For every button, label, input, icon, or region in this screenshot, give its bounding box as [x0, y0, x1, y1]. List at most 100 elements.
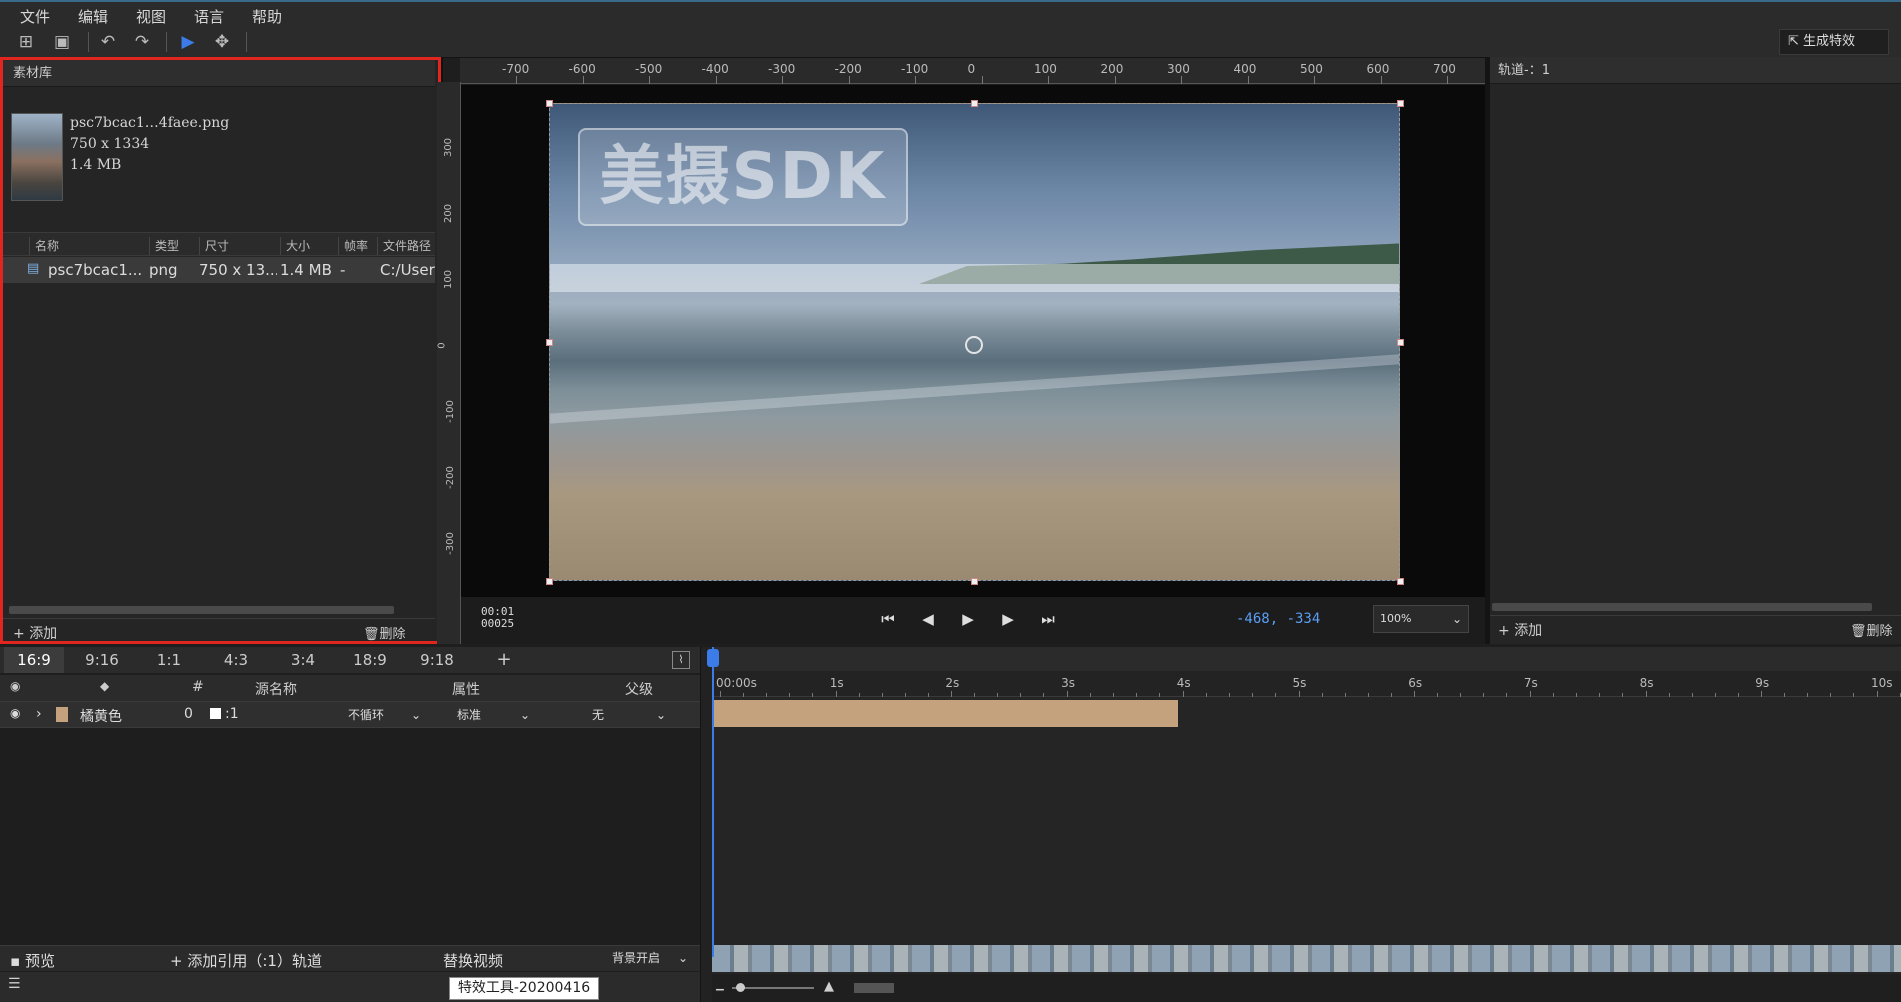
layer-name[interactable]: 橘黄色 [80, 706, 122, 726]
timeline-tick [1205, 693, 1207, 697]
zoom-out-icon[interactable]: ▁ [716, 980, 724, 991]
menu-edit[interactable]: 编辑 [78, 6, 108, 27]
skip-end-icon[interactable]: ⏭ [1037, 608, 1059, 630]
track-delete-button[interactable]: 🗑删除 [1850, 620, 1893, 639]
timeline-tick [927, 693, 929, 697]
add-track-button[interactable]: + 添加引用（:1）轨道 [170, 950, 322, 971]
tab-9-18[interactable]: 9:18 [407, 647, 467, 673]
timeline-hscrollbar[interactable] [854, 983, 894, 993]
track-add-button[interactable]: + 添加 [1498, 620, 1542, 640]
play-icon[interactable]: ▶ [957, 608, 979, 630]
timeline-divider[interactable] [700, 647, 712, 1002]
parent-dropdown[interactable]: 无 ⌄ [592, 705, 668, 725]
timeline-panel: 00:00s 1s 2s 3s 4s 5s 6s 7s 8s 9s 10s ▁ ▲ [707, 647, 1901, 1002]
resize-handle[interactable] [1397, 339, 1404, 346]
ruler-label: 300 [443, 137, 455, 158]
loop-dropdown[interactable]: 不循环 ⌄ [348, 705, 423, 725]
replace-video-button[interactable]: 替换视频 [443, 950, 503, 971]
preview-canvas[interactable]: 美摄SDK [461, 85, 1485, 597]
resize-handle[interactable] [546, 578, 553, 585]
table-row[interactable]: ▤ psc7bcac1... png 750 x 13... 1.4 MB - … [3, 257, 435, 283]
menu-view[interactable]: 视图 [136, 6, 166, 27]
add-ratio-button[interactable]: + [474, 647, 534, 673]
anchor-icon[interactable] [965, 336, 983, 354]
eye-icon[interactable]: ◉ [10, 706, 20, 720]
track-scrollbar[interactable] [1492, 603, 1872, 611]
ruler-label: 500 [1300, 62, 1323, 76]
playhead[interactable] [707, 647, 719, 957]
col-dims[interactable]: 尺寸 [199, 237, 229, 255]
row-fps: - [340, 261, 346, 279]
timeline-clip[interactable] [713, 700, 1178, 727]
redo-icon[interactable]: ↷ [130, 31, 154, 53]
col-size[interactable]: 大小 [280, 237, 310, 255]
library-scrollbar[interactable] [9, 606, 394, 614]
menu-language[interactable]: 语言 [194, 6, 224, 27]
generate-effect-button[interactable]: ⇱ 生成特效 [1779, 29, 1889, 55]
ruler-label: 0 [967, 62, 976, 76]
resize-handle[interactable] [971, 100, 978, 107]
asset-thumbnail[interactable] [11, 113, 63, 201]
resize-handle[interactable] [1397, 578, 1404, 585]
plus-icon: + [13, 626, 30, 642]
chevron-right-icon[interactable]: › [36, 706, 42, 722]
graph-icon[interactable]: ⌇ [672, 651, 690, 669]
menu-icon[interactable]: ☰ [8, 976, 21, 992]
new-file-icon[interactable]: ⊞ [14, 31, 38, 53]
timeline-tick [1737, 693, 1739, 697]
aspect-ratio-tabs: 16:9 9:16 1:1 4:3 3:4 18:9 9:18 + ⌇ [0, 647, 700, 673]
playhead-handle[interactable] [707, 649, 719, 667]
row-name: psc7bcac1... [48, 261, 143, 279]
video-thumbnail-strip[interactable] [712, 945, 1901, 972]
timeline-tick [1784, 693, 1786, 697]
step-back-icon[interactable]: ◀ [917, 608, 939, 630]
timeline-tick [1437, 693, 1439, 697]
menu-help[interactable]: 帮助 [252, 6, 282, 27]
resize-handle[interactable] [971, 578, 978, 585]
col-type[interactable]: 类型 [149, 237, 179, 255]
chevron-down-icon: ⌄ [1451, 612, 1462, 626]
layer-index: 0 [184, 706, 193, 722]
resize-handle[interactable] [546, 100, 553, 107]
timeline-tick-label: 2s [945, 676, 960, 690]
ruler-tick [1447, 76, 1448, 84]
zoom-in-icon[interactable]: ▲ [824, 979, 834, 994]
timeline-tick [974, 693, 976, 697]
background-dropdown[interactable]: 背景开启 ⌄ [612, 948, 692, 968]
col-name[interactable]: 名称 [29, 237, 59, 255]
resize-handle[interactable] [1397, 100, 1404, 107]
layer-row[interactable]: ◉ › 橘黄色 0 :1 不循环 ⌄ 标准 ⌄ 无 ⌄ [0, 702, 700, 728]
col-path[interactable]: 文件路径 [377, 237, 431, 255]
save-icon[interactable]: ▣ [50, 31, 74, 53]
blend-dropdown[interactable]: 标准 ⌄ [457, 705, 532, 725]
resize-handle[interactable] [546, 339, 553, 346]
tab-4-3[interactable]: 4:3 [206, 647, 266, 673]
preview-button[interactable]: ▪ 预览 [10, 950, 55, 971]
video-frame[interactable]: 美摄SDK [549, 103, 1400, 581]
tab-3-4[interactable]: 3:4 [273, 647, 333, 673]
tab-1-1[interactable]: 1:1 [139, 647, 199, 673]
ruler-tick [516, 76, 517, 84]
undo-icon[interactable]: ↶ [96, 31, 120, 53]
add-button[interactable]: + 添加 [13, 623, 57, 643]
tab-9-16[interactable]: 9:16 [72, 647, 132, 673]
move-icon[interactable]: ✥ [210, 31, 234, 53]
pointer-icon[interactable]: ▶ [176, 31, 200, 53]
delete-button[interactable]: 🗑删除 [363, 623, 406, 642]
menu-file[interactable]: 文件 [20, 6, 50, 27]
col-fps[interactable]: 帧率 [338, 237, 368, 255]
ruler-tick [1314, 76, 1315, 84]
zoom-slider-handle[interactable] [736, 983, 745, 992]
eye-icon[interactable]: ◉ [10, 679, 20, 693]
timeline-tick [1321, 693, 1323, 697]
tab-18-9[interactable]: 18:9 [340, 647, 400, 673]
ruler-label: -400 [701, 62, 729, 76]
tab-16-9[interactable]: 16:9 [4, 647, 64, 673]
zoom-select[interactable]: 100% ⌄ [1373, 605, 1469, 633]
toolbar-divider [88, 32, 89, 52]
ruler-label: -200 [834, 62, 862, 76]
timeline-scroll-bar[interactable] [712, 647, 1901, 671]
step-forward-icon[interactable]: ▶ [997, 608, 1019, 630]
skip-start-icon[interactable]: ⏮ [877, 608, 899, 630]
row-size: 1.4 MB [280, 261, 332, 279]
